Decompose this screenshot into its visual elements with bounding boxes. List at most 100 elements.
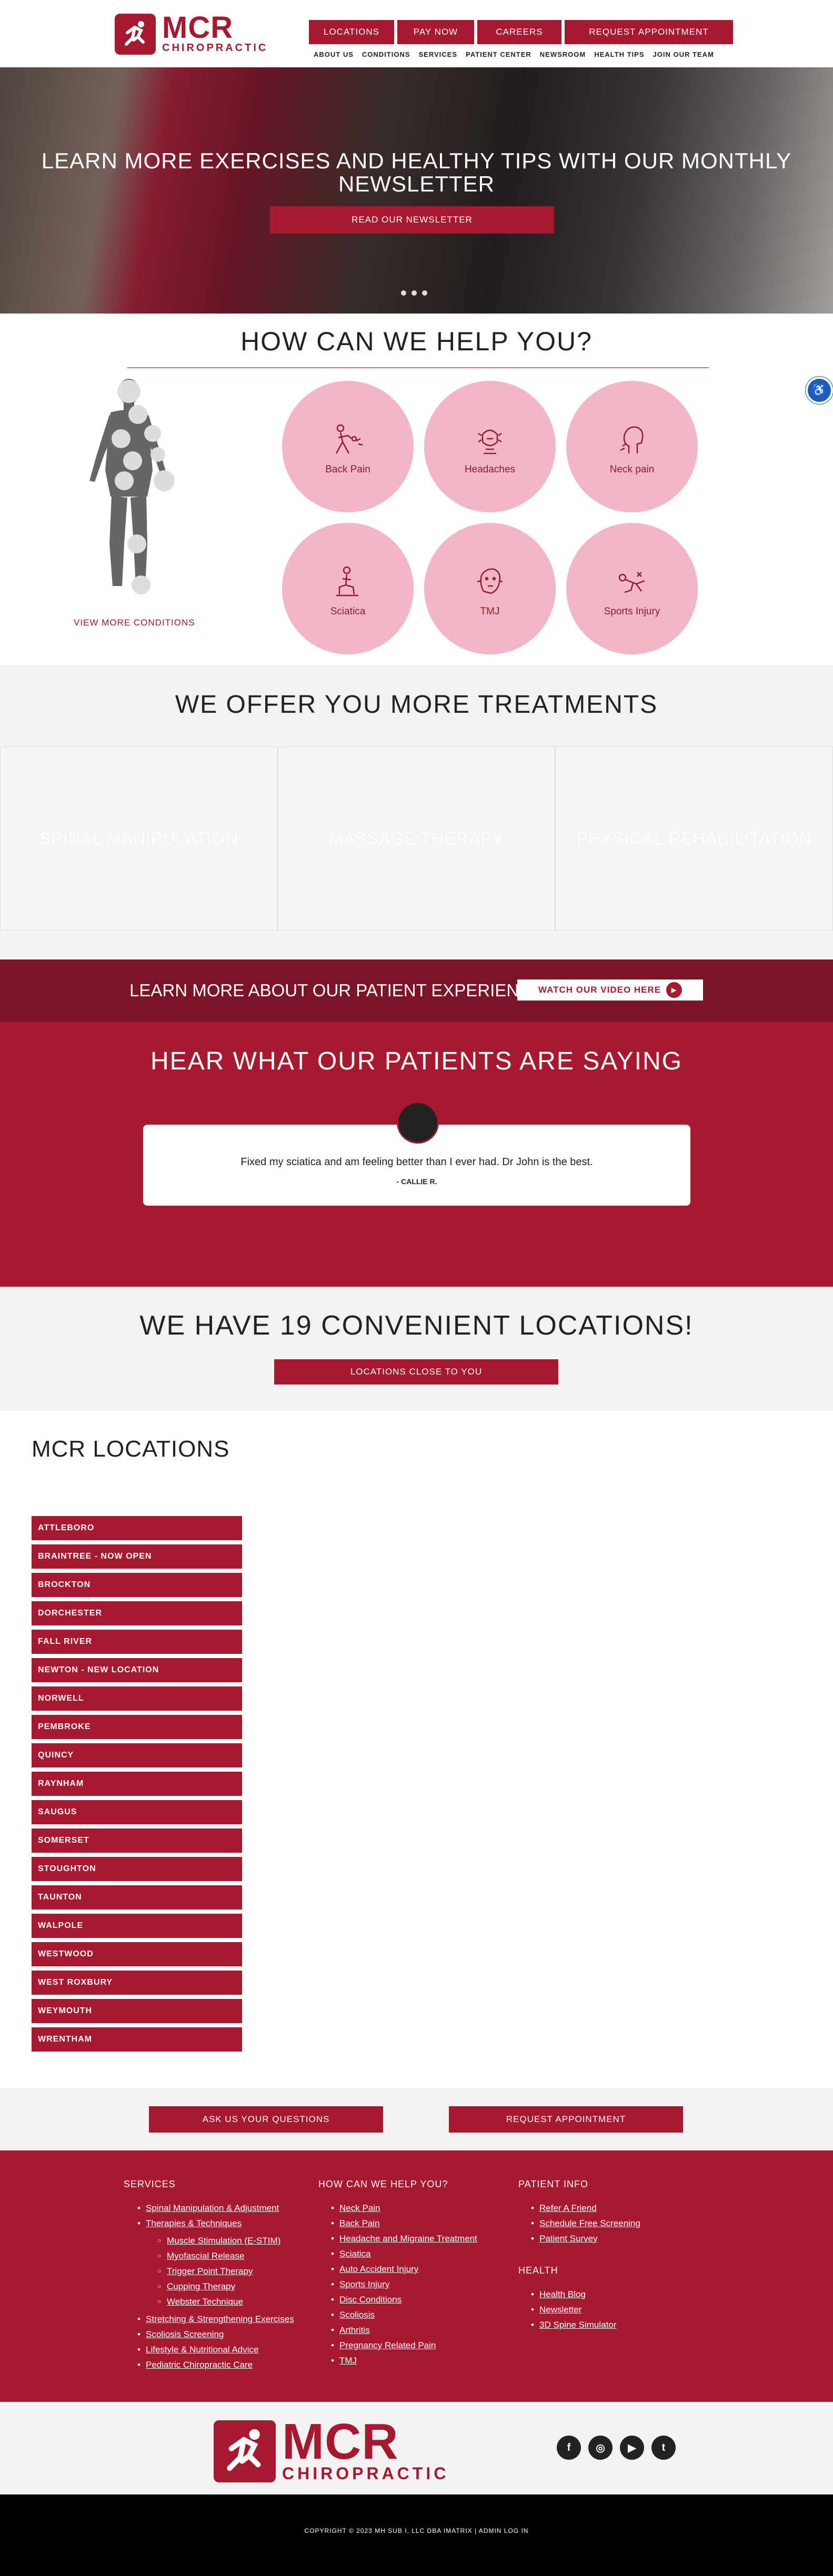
condition-headaches[interactable]: Headaches	[424, 381, 556, 512]
footer-link[interactable]: Arthritis	[331, 2322, 477, 2338]
testimonial-quote: Fixed my sciatica and am feeling better …	[240, 1156, 593, 1168]
treatment-card[interactable]: MASSAGE THERAPY	[277, 746, 556, 931]
nav-conditions[interactable]: CONDITIONS	[362, 50, 410, 58]
help-title: HOW CAN WE HELP YOU?	[240, 327, 593, 356]
body-map-figure[interactable]	[74, 376, 195, 597]
footer-logo[interactable]: MCR CHIROPRACTIC	[214, 2417, 449, 2483]
condition-back-pain[interactable]: Back Pain	[282, 381, 414, 512]
request-appointment-button[interactable]: REQUEST APPOINTMENT	[565, 20, 733, 44]
location-item[interactable]: BRAINTREE - NOW OPEN	[32, 1544, 242, 1569]
location-item[interactable]: TAUNTON	[32, 1885, 242, 1910]
locations-title: WE HAVE 19 CONVENIENT LOCATIONS!	[139, 1310, 694, 1341]
footer-link[interactable]: Newsletter	[531, 2302, 640, 2317]
footer-link[interactable]: Scoliosis Screening	[137, 2327, 294, 2342]
location-item[interactable]: FALL RIVER	[32, 1630, 242, 1654]
slider-dot[interactable]	[422, 290, 427, 296]
footer-link[interactable]: Sciatica	[331, 2246, 477, 2261]
instagram-icon[interactable]: ◎	[588, 2436, 613, 2460]
footer-request-appointment-button[interactable]: REQUEST APPOINTMENT	[449, 2106, 683, 2133]
footer-link[interactable]: Stretching & Strengthening Exercises	[137, 2311, 294, 2327]
location-item[interactable]: STOUGHTON	[32, 1857, 242, 1881]
treatments-section: WE OFFER YOU MORE TREATMENTS SPINAL MANI…	[0, 665, 833, 959]
location-item[interactable]: BROCKTON	[32, 1573, 242, 1597]
avatar	[397, 1102, 439, 1144]
location-item[interactable]: WEYMOUTH	[32, 1999, 242, 2023]
footer-link[interactable]: Myofascial Release	[157, 2248, 294, 2264]
slider-dot[interactable]	[401, 290, 406, 296]
patient-experience-text: LEARN MORE ABOUT OUR PATIENT EXPERIENCE	[129, 981, 544, 1000]
condition-tmj[interactable]: TMJ	[424, 523, 556, 654]
youtube-icon[interactable]: ▶	[620, 2436, 644, 2460]
play-icon: ▶	[666, 982, 682, 998]
location-item[interactable]: RAYNHAM	[32, 1772, 242, 1796]
location-item[interactable]: PEMBROKE	[32, 1715, 242, 1739]
nav-health-tips[interactable]: HEALTH TIPS	[594, 50, 644, 58]
help-section: HOW CAN WE HELP YOU? VIEW MORE CONDITION…	[0, 314, 833, 665]
tmj-icon	[477, 568, 503, 594]
footer-link[interactable]: Back Pain	[331, 2216, 477, 2231]
footer-link[interactable]: Headache and Migraine Treatment	[331, 2231, 477, 2246]
footer-link[interactable]: Lifestyle & Nutritional Advice	[137, 2342, 294, 2357]
testimonial-author: - CALLIE R.	[396, 1177, 437, 1186]
footer-patient-column: PATIENT INFO Refer A Friend Schedule Fre…	[518, 2179, 640, 2332]
location-item[interactable]: WRENTHAM	[32, 2027, 242, 2052]
read-newsletter-button[interactable]: READ OUR NEWSLETTER	[270, 206, 554, 234]
footer-help-title: HOW CAN WE HELP YOU?	[318, 2179, 448, 2189]
facebook-icon[interactable]: f	[557, 2436, 581, 2460]
footer-link[interactable]: Schedule Free Screening	[531, 2216, 640, 2231]
condition-label: Neck pain	[609, 464, 655, 475]
footer-link[interactable]: Sports Injury	[331, 2277, 477, 2292]
locations-button[interactable]: LOCATIONS	[309, 20, 394, 44]
treatment-card[interactable]: SPINAL MANIPULATION	[0, 746, 278, 931]
slider-dot[interactable]	[412, 290, 417, 296]
footer-link[interactable]: Neck Pain	[331, 2200, 477, 2216]
view-more-conditions-link[interactable]: VIEW MORE CONDITIONS	[74, 618, 195, 628]
location-item[interactable]: QUINCY	[32, 1743, 242, 1767]
footer-link[interactable]: Muscle Stimulation (E-STIM)	[157, 2233, 294, 2248]
ask-questions-button[interactable]: ASK US YOUR QUESTIONS	[149, 2106, 383, 2133]
footer-link[interactable]: 3D Spine Simulator	[531, 2317, 640, 2332]
footer-link[interactable]: Cupping Therapy	[157, 2279, 294, 2294]
location-item[interactable]: WESTWOOD	[32, 1942, 242, 1966]
location-item[interactable]: NORWELL	[32, 1686, 242, 1711]
footer-link[interactable]: Therapies & Techniques	[137, 2216, 294, 2231]
location-item[interactable]: DORCHESTER	[32, 1601, 242, 1625]
footer-link[interactable]: Webster Technique	[157, 2294, 294, 2309]
treatment-card[interactable]: PHYSICAL REHABILITATION	[555, 746, 833, 931]
nav-about-us[interactable]: ABOUT US	[314, 50, 354, 58]
location-item[interactable]: NEWTON - NEW LOCATION	[32, 1658, 242, 1682]
locations-close-button[interactable]: LOCATIONS CLOSE TO YOU	[274, 1359, 558, 1385]
footer-link[interactable]: Pregnancy Related Pain	[331, 2338, 477, 2353]
footer-link[interactable]: Refer A Friend	[531, 2200, 640, 2216]
site-logo[interactable]: MCR CHIROPRACTIC	[115, 13, 268, 55]
mcr-locations-title: MCR LOCATIONS	[32, 1436, 230, 1462]
sciatica-icon	[336, 566, 358, 597]
location-item[interactable]: SAUGUS	[32, 1800, 242, 1824]
nav-patient-center[interactable]: PATIENT CENTER	[466, 50, 531, 58]
footer-link[interactable]: Scoliosis	[331, 2307, 477, 2322]
location-item[interactable]: ATTLEBORO	[32, 1516, 242, 1540]
footer-link[interactable]: Health Blog	[531, 2287, 640, 2302]
condition-neck-pain[interactable]: Neck pain	[566, 381, 698, 512]
nav-join-our-team[interactable]: JOIN OUR TEAM	[653, 50, 714, 58]
footer-link[interactable]: Spinal Manipulation & Adjustment	[137, 2200, 294, 2216]
treatment-cards: SPINAL MANIPULATION MASSAGE THERAPY PHYS…	[0, 746, 833, 931]
condition-sports-injury[interactable]: Sports Injury	[566, 523, 698, 654]
accessibility-icon[interactable]: ♿	[806, 377, 833, 404]
careers-button[interactable]: CAREERS	[477, 20, 561, 44]
location-item[interactable]: WEST ROXBURY	[32, 1971, 242, 1995]
footer-link[interactable]: Auto Accident Injury	[331, 2261, 477, 2277]
footer-link[interactable]: Pediatric Chiropractic Care	[137, 2357, 294, 2372]
condition-sciatica[interactable]: Sciatica	[282, 523, 414, 654]
nav-newsroom[interactable]: NEWSROOM	[540, 50, 586, 58]
pay-now-button[interactable]: PAY NOW	[397, 20, 474, 44]
twitter-icon[interactable]: t	[651, 2436, 676, 2460]
nav-services[interactable]: SERVICES	[419, 50, 458, 58]
location-item[interactable]: WALPOLE	[32, 1914, 242, 1938]
footer-link[interactable]: Disc Conditions	[331, 2292, 477, 2307]
footer-link[interactable]: Trigger Point Therapy	[157, 2264, 294, 2279]
location-item[interactable]: SOMERSET	[32, 1829, 242, 1853]
footer-link[interactable]: TMJ	[331, 2353, 477, 2368]
watch-video-button[interactable]: WATCH OUR VIDEO HERE ▶	[517, 979, 703, 1001]
footer-link[interactable]: Patient Survey	[531, 2231, 640, 2246]
